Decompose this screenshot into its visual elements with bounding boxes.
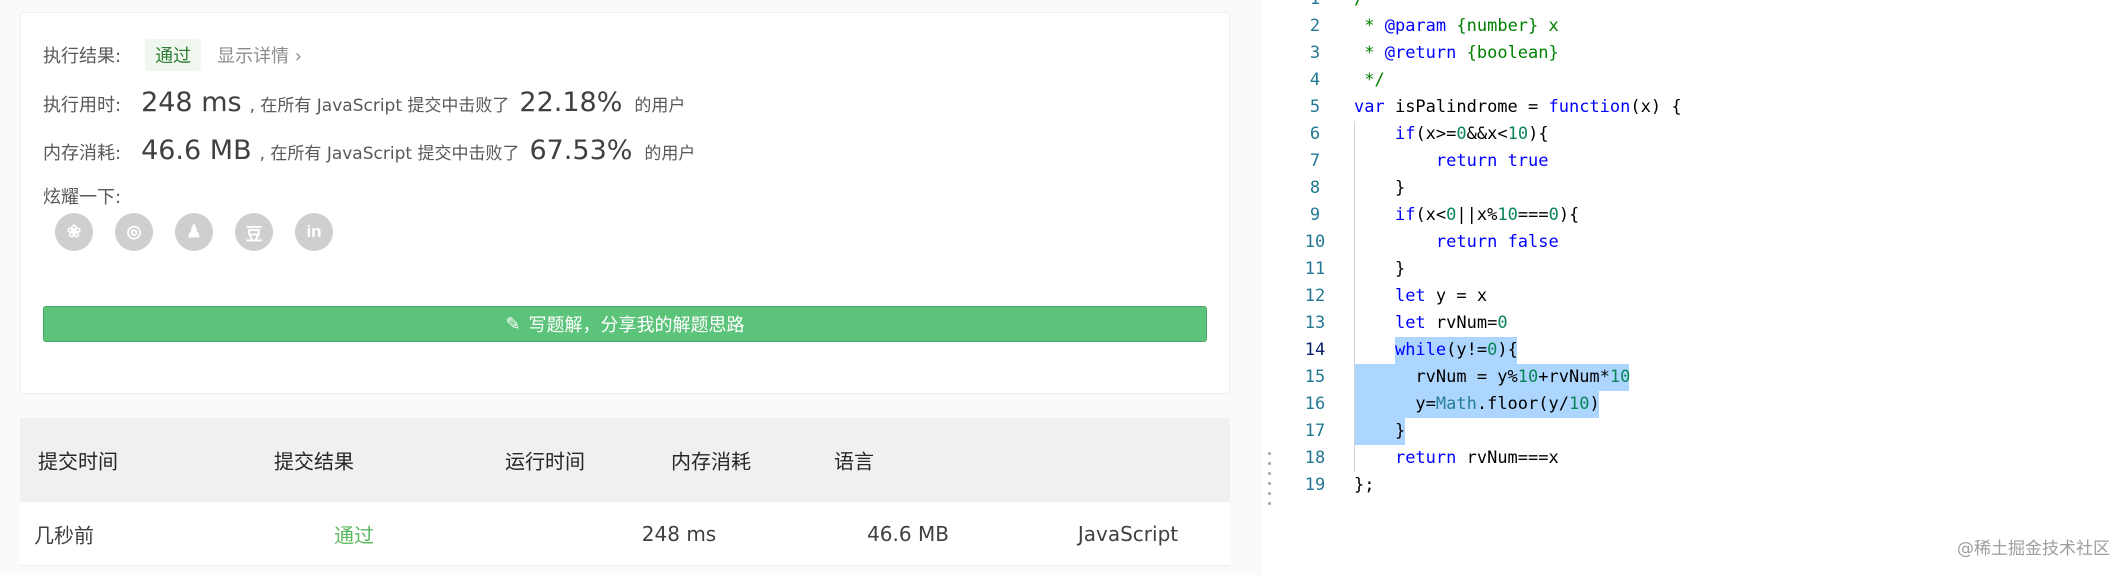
watermark: @稀土掘金技术社区	[1957, 539, 2110, 559]
left-panel: 执行结果: 通过 显示详情 › 执行用时: 248 ms , 在所有 JavaS…	[0, 0, 1262, 575]
line-number: 6	[1309, 124, 1321, 144]
line-number: 8	[1309, 178, 1321, 198]
submission-table: 提交时间 提交结果 运行时间 内存消耗 语言 几秒前 通过 248 ms 46.6 MB Jav…	[20, 418, 1230, 566]
column-header[interactable]: 语言	[834, 446, 874, 475]
line-number: 16	[1304, 394, 1326, 414]
code-text[interactable]: y=Math.floor(y/10)	[1354, 391, 1599, 418]
code-text[interactable]: * @return {boolean}	[1354, 40, 1559, 67]
code-text[interactable]: let y = x	[1354, 283, 1487, 310]
panel-divider[interactable]	[1262, 0, 1274, 575]
code-text[interactable]: }	[1354, 256, 1405, 283]
pencil-icon: ✎	[505, 313, 521, 335]
code-text[interactable]: }	[1354, 418, 1405, 445]
status-badge: 通过	[145, 39, 202, 71]
qq-icon[interactable]: ♟	[175, 213, 213, 251]
line-number: 11	[1304, 259, 1326, 279]
share-icons: ❀ ◎ ♟ 豆 in	[55, 213, 333, 251]
code-text[interactable]: rvNum = y%10+rvNum*10	[1354, 364, 1630, 391]
status-label: 执行结果:	[43, 46, 122, 67]
runtime-row: 执行用时: 248 ms , 在所有 JavaScript 提交中击败了 22.…	[43, 87, 685, 118]
show-details-link[interactable]: 显示详情 ›	[217, 42, 302, 68]
line-number: 10	[1304, 232, 1326, 252]
code-text[interactable]: if(x>=0&&x<10){	[1354, 121, 1549, 148]
table-row[interactable]: 几秒前 通过 248 ms 46.6 MB JavaScript	[20, 502, 1230, 566]
runtime-value: 248 ms	[141, 87, 242, 118]
code-text[interactable]: let rvNum=0	[1354, 310, 1508, 337]
memory-row: 内存消耗: 46.6 MB , 在所有 JavaScript 提交中击败了 67…	[43, 135, 695, 166]
line-number: 9	[1309, 205, 1321, 225]
linkedin-icon[interactable]: in	[295, 213, 333, 251]
line-number: 2	[1309, 16, 1321, 36]
divider-grip-icon	[1268, 472, 1271, 475]
code-text[interactable]: return true	[1354, 148, 1549, 175]
result-card: 执行结果: 通过 显示详情 › 执行用时: 248 ms , 在所有 JavaS…	[20, 12, 1230, 394]
code-text[interactable]: return false	[1354, 229, 1559, 256]
memory-label: 内存消耗:	[43, 143, 122, 164]
line-number: 4	[1309, 70, 1321, 90]
code-text[interactable]: while(y!=0){	[1354, 337, 1518, 364]
code-text[interactable]: }	[1354, 175, 1405, 202]
line-number: 13	[1304, 313, 1326, 333]
code-text[interactable]: };	[1354, 472, 1374, 499]
line-number: 3	[1309, 43, 1321, 63]
column-header[interactable]: 内存消耗	[671, 446, 751, 475]
table-cell: 248 ms	[641, 521, 717, 546]
divider-grip-icon	[1268, 492, 1271, 495]
code-editor[interactable]: 1 /** 2 * @param {number} x 3 * @return {bo…	[1274, 0, 2126, 575]
table-header: 提交时间 提交结果 运行时间 内存消耗 语言	[20, 418, 1230, 502]
code-text[interactable]: return rvNum===x	[1354, 445, 1559, 472]
runtime-label: 执行用时:	[43, 95, 122, 116]
code-text[interactable]: if(x<0||x%10===0){	[1354, 202, 1579, 229]
write-solution-button[interactable]: ✎ 写题解，分享我的解题思路	[43, 306, 1207, 342]
column-header[interactable]: 提交时间	[38, 446, 118, 475]
code-text[interactable]: var isPalindrome = function(x) {	[1354, 94, 1682, 121]
divider-grip-icon	[1268, 502, 1271, 505]
memory-value: 46.6 MB	[141, 135, 252, 166]
line-number: 12	[1304, 286, 1326, 306]
line-number: 17	[1304, 421, 1326, 441]
wechat-icon[interactable]: ❀	[55, 213, 93, 251]
line-number: 15	[1304, 367, 1326, 387]
divider-grip-icon	[1268, 482, 1271, 485]
code-text[interactable]: */	[1354, 67, 1384, 94]
douban-icon[interactable]: 豆	[235, 213, 273, 251]
column-header[interactable]: 运行时间	[505, 446, 585, 475]
share-label: 炫耀一下:	[43, 187, 122, 208]
line-number: 19	[1304, 475, 1326, 495]
memory-percent: 67.53%	[529, 135, 633, 166]
table-cell: JavaScript	[1077, 521, 1179, 546]
memory-suffix: 的用户	[644, 144, 696, 164]
line-number: 14	[1304, 340, 1326, 360]
code-text[interactable]: /**	[1354, 0, 1385, 13]
column-header[interactable]: 提交结果	[274, 446, 354, 475]
line-number: 5	[1309, 97, 1321, 117]
runtime-suffix: 的用户	[634, 96, 686, 116]
share-label-row: 炫耀一下:	[43, 183, 121, 209]
line-number: 18	[1304, 448, 1326, 468]
divider-grip-icon	[1268, 452, 1271, 455]
divider-grip-icon	[1268, 462, 1271, 465]
memory-mid-text: , 在所有 JavaScript 提交中击败了	[259, 144, 520, 164]
code-text[interactable]: * @param {number} x	[1354, 13, 1559, 40]
status-row: 执行结果: 通过 显示详情 ›	[43, 39, 302, 71]
table-cell[interactable]: 通过	[334, 519, 374, 548]
line-number: 7	[1309, 151, 1321, 171]
runtime-percent: 22.18%	[519, 87, 623, 118]
weibo-icon[interactable]: ◎	[115, 213, 153, 251]
write-solution-label: 写题解，分享我的解题思路	[528, 315, 745, 336]
table-cell: 几秒前	[34, 523, 94, 547]
runtime-mid-text: , 在所有 JavaScript 提交中击败了	[249, 96, 510, 116]
table-cell: 46.6 MB	[867, 521, 949, 546]
line-number: 1	[1288, 0, 1342, 13]
